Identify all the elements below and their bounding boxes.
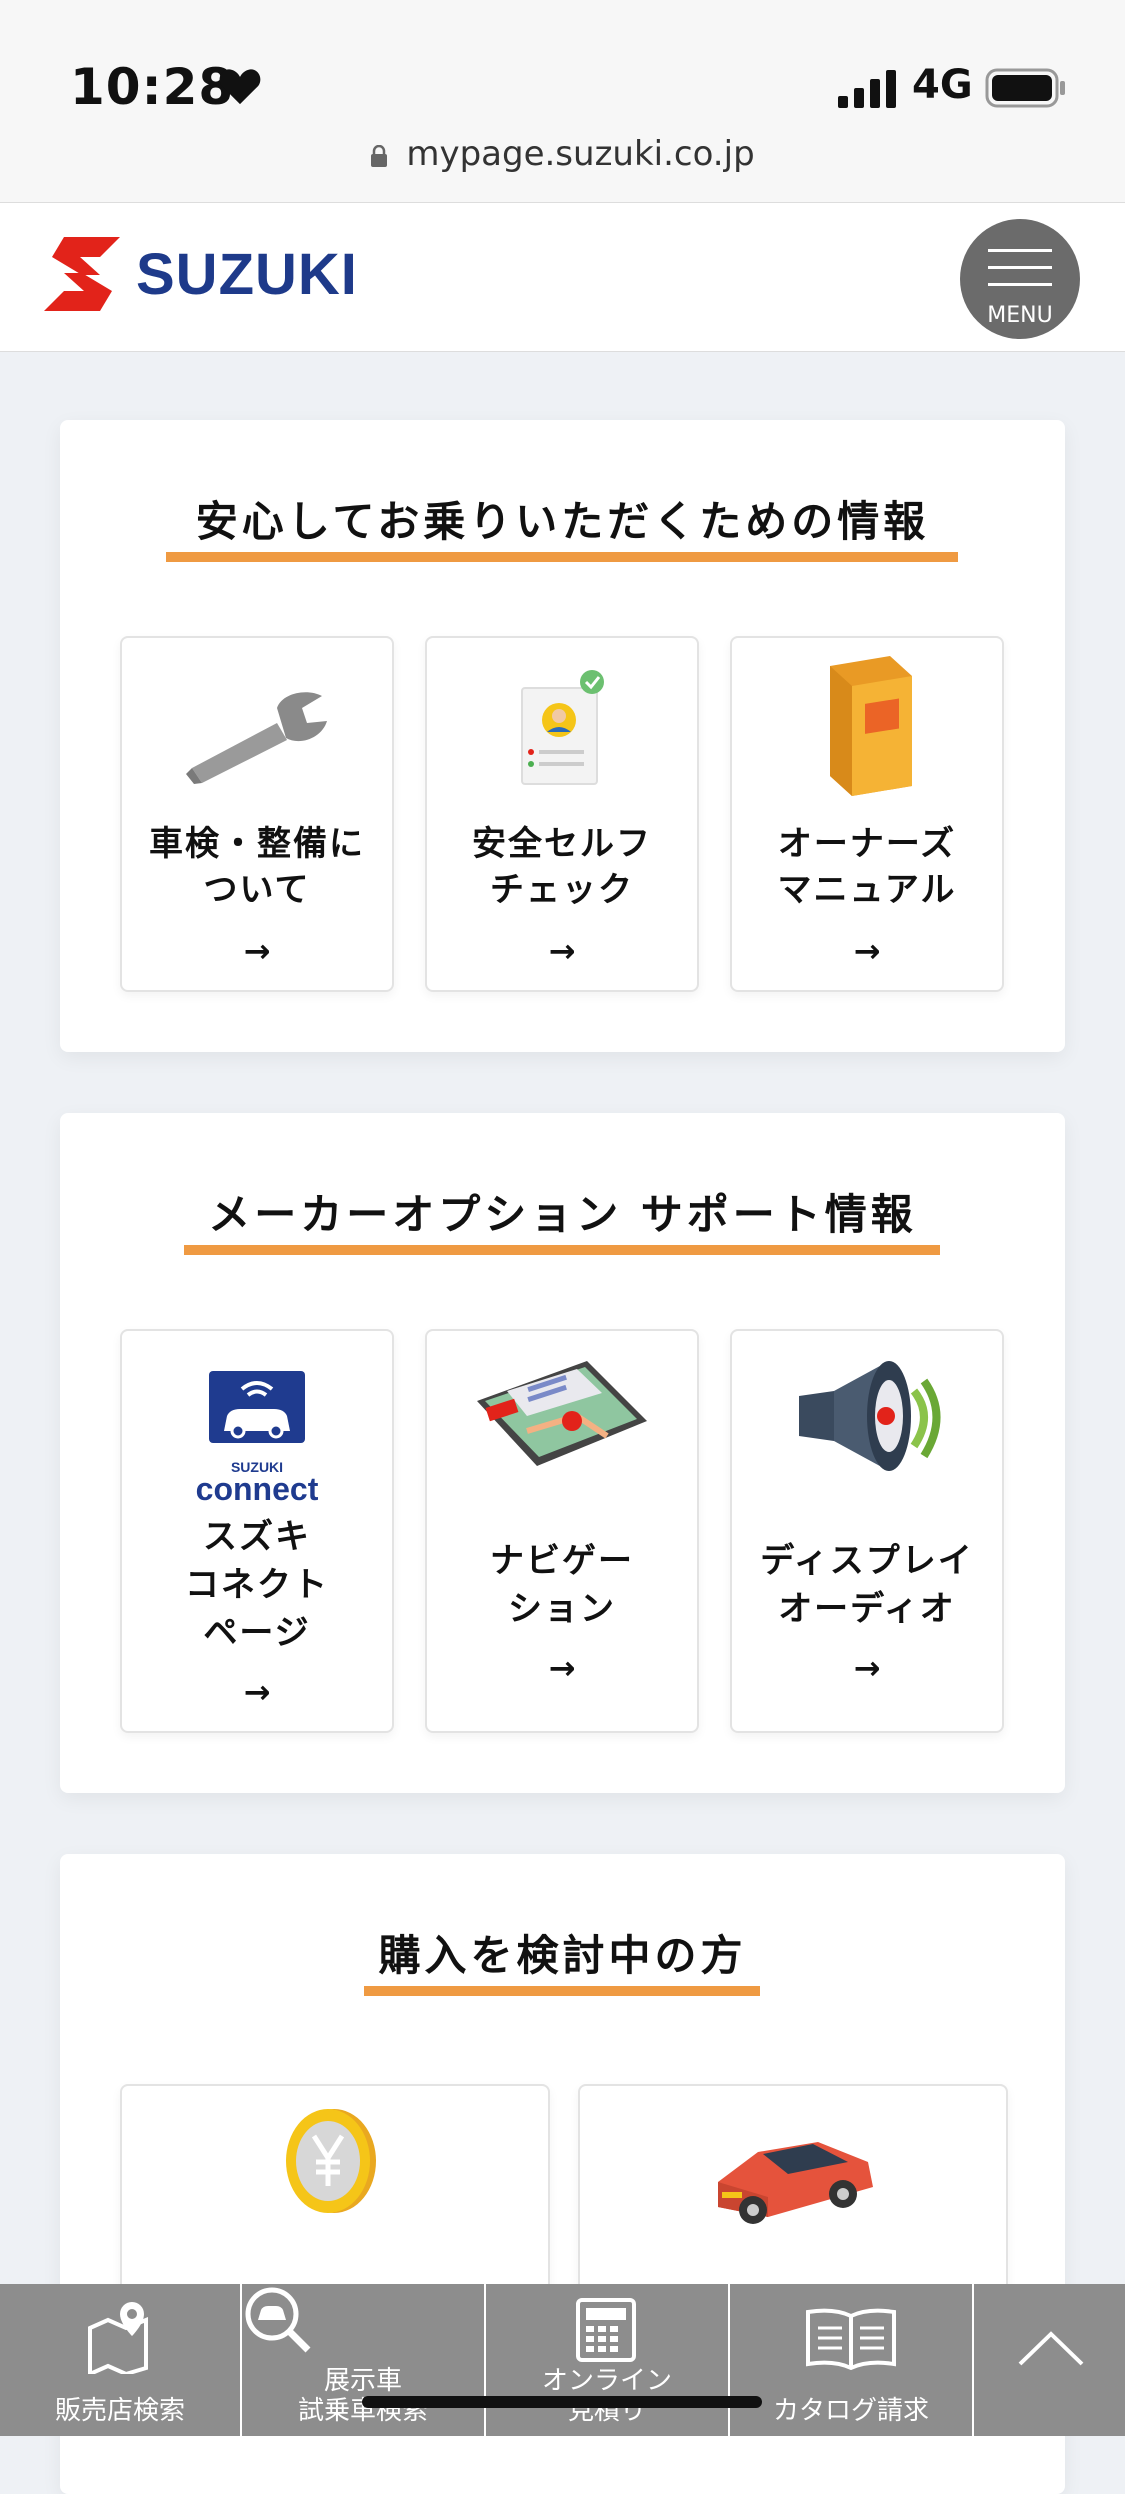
menu-label: MENU: [987, 303, 1053, 328]
red-car-icon: [718, 2142, 873, 2224]
tile-inspection-maintenance[interactable]: 車検・整備に ついて →: [120, 636, 394, 992]
signal-icon: [838, 70, 896, 108]
title-underline: [166, 552, 958, 562]
navigation-tablet-icon: [477, 1361, 647, 1466]
tile-title-line2: マニュアル: [777, 870, 957, 910]
nav-dealer-search[interactable]: 販売店検索: [0, 2284, 242, 2436]
tile-title-line1: ディスプレイ: [760, 1541, 974, 1581]
yen-coin-icon: [286, 2109, 376, 2213]
arrow-right-icon: →: [853, 932, 881, 970]
network-type: 4G: [912, 62, 973, 108]
arrow-right-icon: →: [548, 932, 576, 970]
arrow-right-icon: →: [243, 1673, 271, 1711]
tile-safety-self-check[interactable]: 安全セルフ チェック →: [425, 636, 699, 992]
title-underline: [184, 1245, 940, 1255]
tile-navigation[interactable]: ナビゲー ション →: [425, 1329, 699, 1733]
nav-display-test-car-search[interactable]: 展示車 試乗車検索: [242, 2284, 486, 2436]
tile-title-line2: オーディオ: [778, 1589, 956, 1629]
tile-title-line1: 安全セルフ: [472, 824, 652, 864]
status-time: 10:28: [70, 58, 235, 116]
nav-online-estimate[interactable]: オンライン 見積り: [486, 2284, 730, 2436]
nav-catalog-request[interactable]: カタログ請求: [730, 2284, 974, 2436]
checklist-icon: [521, 670, 604, 785]
url-text: mypage.suzuki.co.jp: [406, 134, 755, 174]
arrow-right-icon: →: [243, 932, 271, 970]
nav-label-line1: オンライン: [541, 2366, 672, 2396]
nav-label-line1: 展示車: [323, 2366, 402, 2396]
tile-title-line1: オーナーズ: [777, 824, 957, 864]
tile-title-line3: ページ: [203, 1613, 311, 1653]
tile-title-line2: コネクト: [185, 1565, 329, 1605]
tile-owners-manual[interactable]: オーナーズ マニュアル →: [730, 636, 1004, 992]
tile-title-line1: ナビゲー: [490, 1541, 634, 1581]
wrench-icon: [186, 692, 327, 784]
lock-icon: [371, 145, 388, 167]
section-title: 安心してお乗りいただくための情報: [195, 497, 930, 546]
tile-display-audio[interactable]: ディスプレイ オーディオ →: [730, 1329, 1004, 1733]
home-indicator: [362, 2396, 762, 2408]
menu-button[interactable]: MENU: [960, 219, 1080, 339]
chevron-up-icon: [1018, 2331, 1084, 2366]
arrow-right-icon: →: [853, 1649, 881, 1687]
tile-title-line2: ション: [508, 1589, 616, 1629]
catalog-book-icon: [806, 2308, 896, 2370]
tile-suzuki-connect[interactable]: SUZUKI connect スズキ コネクト ページ →: [120, 1329, 394, 1733]
bottom-navigation-bar: 販売店検索 展示車 試乗車検索 オンライン 見積り カタログ請求: [0, 2284, 1125, 2436]
safety-info-section: 安心してお乗りいただくための情報 車検・整備に ついて → 安全セルフ チェック…: [60, 420, 1065, 1052]
section-title: 購入を検討中の方: [378, 1931, 747, 1980]
connect-logo-text: connect: [195, 1471, 319, 1507]
status-bar: 10:28 4G mypage.suzuki.co.jp: [0, 0, 1125, 202]
speaker-icon: [799, 1361, 941, 1471]
map-pin-icon: [88, 2302, 148, 2374]
scroll-to-top-button[interactable]: [974, 2284, 1125, 2436]
book-icon: [830, 656, 912, 796]
tile-title-line1: 車検・整備に: [149, 824, 365, 864]
car-search-icon: [245, 2287, 311, 2353]
maker-option-support-section: メーカーオプション サポート情報 SUZUKI connect スズキ コネクト…: [60, 1113, 1065, 1793]
title-underline: [364, 1986, 760, 1996]
nav-label: 販売店検索: [54, 2396, 185, 2426]
tile-title-line2: ついて: [203, 870, 311, 910]
section-title: メーカーオプション サポート情報: [208, 1190, 917, 1239]
calculator-icon: [576, 2298, 636, 2362]
tile-title-line2: チェック: [490, 870, 634, 910]
hamburger-icon: [988, 249, 1052, 300]
suzuki-logo-text[interactable]: SUZUKI: [136, 241, 358, 308]
battery-icon: [985, 68, 1065, 108]
url-bar[interactable]: mypage.suzuki.co.jp: [0, 134, 1125, 174]
arrow-right-icon: →: [548, 1649, 576, 1687]
suzuki-s-logo-icon[interactable]: [44, 237, 120, 311]
nav-label: カタログ請求: [772, 2396, 929, 2426]
site-header: SUZUKI MENU: [0, 202, 1125, 352]
heart-icon: [219, 69, 261, 105]
tile-title-line1: スズキ: [203, 1517, 311, 1557]
